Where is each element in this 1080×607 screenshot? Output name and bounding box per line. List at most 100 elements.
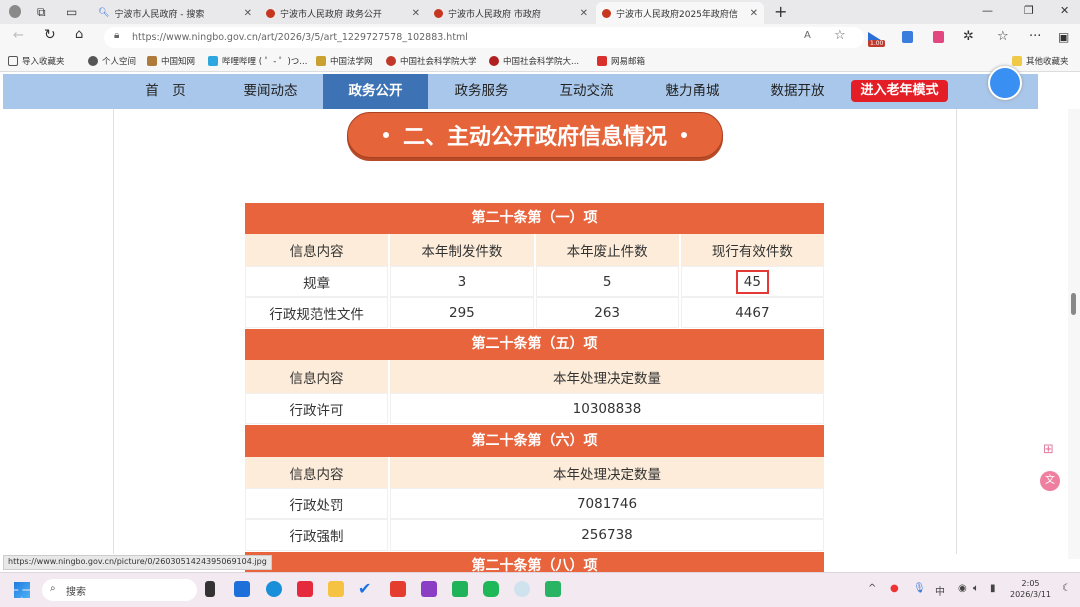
page-scrollbar[interactable] [1068,109,1080,559]
close-tab-icon[interactable]: ✕ [750,8,758,19]
close-tab-icon[interactable]: ✕ [412,8,420,19]
tab-label: 宁波市人民政府2025年政府信息公开 [616,9,738,20]
sidebar-toggle-icon[interactable]: ▣ [1058,30,1069,44]
import-icon [8,56,18,66]
table-cell: 行政处罚 [245,488,388,519]
zoom-badge: 1.00 [868,40,886,47]
minimize-button[interactable]: — [982,4,993,17]
tab-active-report[interactable]: 宁波市人民政府2025年政府信息公开 ✕ [596,2,764,24]
banner-title: 二、主动公开政府信息情况 [402,125,667,150]
floating-assistant-button[interactable] [988,66,1022,100]
extensions-puzzle-icon[interactable]: ✲ [963,29,974,44]
cass-icon [386,56,396,66]
tray-overflow-icon[interactable]: ^ [868,583,876,594]
table-cell: 行政规范性文件 [245,297,389,328]
tab-actions-icon[interactable]: ▭ [66,5,77,19]
battery-icon[interactable]: ▮ [990,583,996,594]
cnki-icon [147,56,157,66]
column-header: 信息内容 [245,360,388,393]
tab-label: 宁波市人民政府 市政府 [448,9,541,20]
close-tab-icon[interactable]: ✕ [580,8,588,19]
refresh-button[interactable]: ↻ [44,27,56,43]
column-header: 本年处理决定数量 [390,360,824,393]
new-tab-button[interactable]: + [774,2,787,21]
edge-icon[interactable] [266,581,282,597]
table-row: 行政许可 10308838 [245,393,824,424]
url-text: https://www.ningbo.gov.cn/art/2026/3/5/a… [132,32,468,43]
scrollbar-thumb[interactable] [1071,293,1076,315]
bookmark-cass-univ-2[interactable]: 中国社会科学院大... [489,55,579,67]
task-view-icon[interactable] [205,581,215,597]
workspaces-icon[interactable]: ⧉ [37,5,46,20]
nav-city[interactable]: 魅力甬城 [640,74,745,109]
file-explorer-icon[interactable] [328,581,344,597]
home-button[interactable]: ⌂ [75,27,83,42]
onenote-icon[interactable] [421,581,437,597]
restore-button[interactable]: ❐ [1024,4,1034,17]
todo-icon[interactable]: ✔ [358,581,374,597]
favorite-star-icon[interactable]: ☆ [834,28,846,43]
wps-icon[interactable] [390,581,406,597]
youdao-icon[interactable] [297,581,313,597]
bookmark-label: 个人空间 [102,57,137,67]
column-header: 信息内容 [245,234,389,266]
close-tab-icon[interactable]: ✕ [244,8,252,19]
app-green-icon[interactable] [452,581,468,597]
wifi-icon[interactable]: ◉ [958,583,967,594]
close-window-button[interactable]: ✕ [1060,4,1069,17]
bookmark-other[interactable]: 其他收藏夹 [1012,55,1069,67]
gov-emblem-icon [266,8,275,18]
extension-pink-icon[interactable] [933,31,944,43]
bookmark-cass-univ[interactable]: 中国社会科学院大学 [386,55,477,67]
table-cell: 3 [390,266,534,297]
bookmark-label: 哔哩哔哩 ( ゜- ゜)つ... [222,57,308,67]
back-button[interactable]: ← [13,28,24,43]
search-icon: ⌕ [50,583,56,594]
taskbar-search[interactable]: ⌕ 搜索 [42,579,197,601]
nav-home[interactable]: 首 页 [113,74,218,109]
section-title: 第二十条第（一）项 [245,203,824,234]
tab-gov-city[interactable]: 宁波市人民政府 市政府 ✕ [428,2,594,24]
clock[interactable]: 2:05 2026/3/11 [1010,578,1051,600]
table-cell: 295 [390,297,534,328]
tray-app-icon[interactable]: ● [890,583,899,594]
bookmark-personal[interactable]: 个人空间 [88,55,136,67]
bookmark-law[interactable]: 中国法学网 [316,55,373,67]
favorites-icon[interactable]: ☆ [997,29,1009,44]
bookmark-cnki[interactable]: 中国知网 [147,55,195,67]
profile-icon[interactable] [9,5,21,18]
column-header: 本年废止件数 [535,234,679,266]
bookmark-import[interactable]: 导入收藏夹 [8,55,65,67]
tab-search[interactable]: 🔍︎ 宁波市人民政府 - 搜索 ✕ [92,2,258,24]
bookmark-label: 导入收藏夹 [22,57,65,67]
app-icon[interactable] [514,581,530,597]
nav-services[interactable]: 政务服务 [429,74,534,109]
qr-code-icon[interactable]: ⊞ [1043,442,1054,457]
nav-interaction[interactable]: 互动交流 [534,74,639,109]
translate-icon[interactable]: 文 [1040,471,1060,491]
nav-open-data[interactable]: 数据开放 [745,74,850,109]
volume-icon[interactable]: 🔈︎ [973,583,979,594]
url-field[interactable]: 🔒︎ https://www.ningbo.gov.cn/art/2026/3/… [104,27,864,48]
nav-news[interactable]: 要闻动态 [218,74,323,109]
table-cell: 5 [535,266,679,297]
read-aloud-icon[interactable]: A [804,30,811,41]
ime-indicator[interactable]: 中 [935,583,945,598]
wechat-icon[interactable] [483,581,499,597]
elder-mode-button[interactable]: 进入老年模式 [851,80,948,102]
bookmark-bilibili[interactable]: 哔哩哔哩 ( ゜- ゜)つ... [208,55,307,67]
notifications-icon[interactable]: ☾ [1062,583,1071,594]
extension-map-icon[interactable] [902,31,913,43]
status-bar-url: https://www.ningbo.gov.cn/picture/0/2603… [3,555,272,570]
cass-icon [489,56,499,66]
chat-icon[interactable] [545,581,561,597]
widgets-icon[interactable] [234,581,250,597]
microphone-icon[interactable]: 🎙︎ [913,583,926,594]
bookmark-label: 中国知网 [161,57,196,67]
table-row: 行政处罚 7081746 [245,488,824,519]
nav-gov-open[interactable]: 政务公开 [323,74,428,109]
tab-gov-open[interactable]: 宁波市人民政府 政务公开 ✕ [260,2,426,24]
more-menu-icon[interactable]: ··· [1029,29,1041,44]
bookmark-label: 中国法学网 [330,57,373,67]
bookmark-163mail[interactable]: 网易邮箱 [597,55,645,67]
